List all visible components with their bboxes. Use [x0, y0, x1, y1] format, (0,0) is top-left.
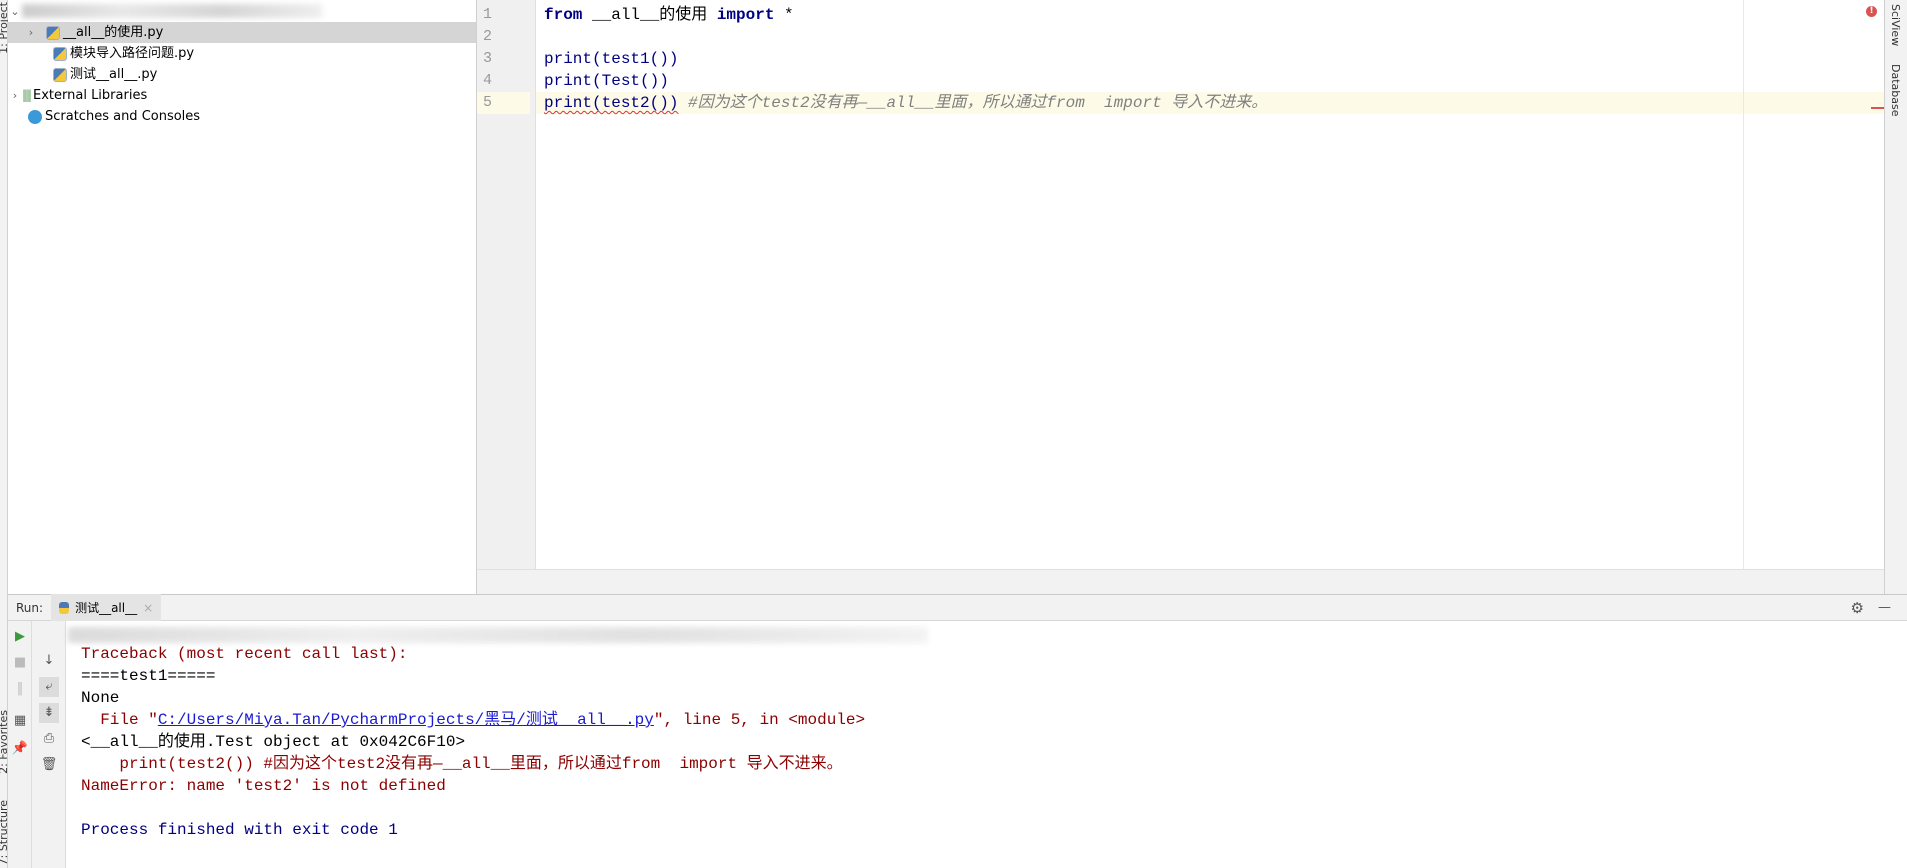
file-link[interactable]: C:/Users/Miya.Tan/PycharmProjects/黑马/测试_…	[158, 711, 654, 729]
stop-icon[interactable]: ■	[10, 653, 30, 673]
python-icon	[59, 601, 70, 614]
database-tool-tab[interactable]: Database	[1889, 64, 1902, 117]
chevron-down-icon[interactable]: ⌄	[8, 1, 22, 22]
code-comment: #因为这个test2没有再—__all__里面，所以通过from import …	[678, 94, 1268, 112]
tree-item-test-all[interactable]: 测试__all__.py	[8, 64, 476, 85]
error-indicator-icon[interactable]: !	[1866, 6, 1877, 17]
python-file-icon	[53, 67, 67, 82]
tree-item-label: External Libraries	[33, 88, 148, 103]
import-star: *	[774, 6, 794, 24]
error-stripe-mark[interactable]	[1871, 107, 1884, 109]
line-number: 1	[483, 6, 493, 23]
code-line-1: from __all__的使用 import *	[544, 4, 794, 26]
editor-bottom-bar	[477, 569, 1884, 594]
console-text: File "	[81, 711, 158, 729]
line-number: 4	[483, 72, 493, 89]
console-line: Traceback (most recent call last):	[81, 645, 408, 663]
layout-icon[interactable]: ▦	[10, 711, 30, 731]
tree-item-label: 模块导入路径问题.py	[70, 46, 195, 61]
keyword: from	[544, 6, 583, 24]
code-line-5: print(test2()) #因为这个test2没有再—__all__里面，所…	[544, 92, 1267, 114]
blurred-command-line	[68, 627, 928, 643]
keyword: import	[716, 6, 775, 24]
right-margin-guide	[1743, 0, 1744, 569]
console-toolbar: ↓ ⤶ ⇟ ⎙ 🗑	[32, 621, 66, 868]
chevron-right-icon[interactable]: ›	[24, 22, 38, 43]
right-tool-strip: SciView Database	[1884, 0, 1907, 594]
run-tool-header: Run: 测试__all__ × ⚙ —	[8, 594, 1907, 621]
tree-item-scratches[interactable]: Scratches and Consoles	[8, 106, 476, 127]
print-icon[interactable]: ⎙	[39, 729, 59, 749]
soft-wrap-icon[interactable]: ⤶	[39, 677, 59, 697]
run-toolbar: ▶ ■ ‖ ▦ 📌	[8, 621, 32, 868]
line-number: 3	[483, 50, 493, 67]
error-code: print(test2())	[544, 94, 679, 112]
code-editor[interactable]: from __all__的使用 import * print(test1()) …	[536, 0, 1884, 569]
run-console: ▶ ■ ‖ ▦ 📌 ↓ ⤶ ⇟ ⎙ 🗑 Traceback (most rece…	[8, 621, 1907, 868]
console-line: File "C:/Users/Miya.Tan/PycharmProjects/…	[81, 709, 865, 731]
project-root[interactable]: ⌄	[8, 2, 476, 20]
tree-item-all-usage[interactable]: › __all__的使用.py	[8, 22, 476, 43]
console-line: print(test2()) #因为这个test2没有再—__all__里面，所…	[81, 755, 843, 773]
tree-item-label: __all__的使用.py	[63, 25, 164, 40]
close-icon[interactable]: ×	[143, 601, 153, 615]
console-line: Process finished with exit code 1	[81, 821, 398, 839]
run-tab[interactable]: 测试__all__ ×	[51, 594, 162, 621]
minimize-icon[interactable]: —	[1878, 600, 1891, 615]
tree-item-label: 测试__all__.py	[70, 67, 158, 82]
blurred-project-name	[22, 4, 322, 18]
console-line: None	[81, 689, 120, 707]
python-file-icon	[53, 46, 67, 61]
left-tool-strip: 1: Project 2: Favorites 7: Structure	[0, 0, 10, 868]
scratches-icon	[28, 109, 42, 124]
pin-icon[interactable]: 📌	[10, 739, 30, 759]
run-label: Run:	[16, 600, 44, 615]
console-line: ====test1=====	[81, 667, 216, 685]
library-icon: ‖‖	[22, 88, 32, 102]
gear-icon[interactable]: ⚙	[1851, 599, 1864, 617]
line-number-gutter: 1 2 3 4 5	[477, 0, 536, 569]
project-panel: ⌄ › __all__的使用.py 模块导入路径问题.py 测试__all__.…	[8, 0, 477, 594]
tree-item-module-path[interactable]: 模块导入路径问题.py	[8, 43, 476, 64]
module-name: __all__的使用	[582, 6, 717, 24]
code-line-4: print(Test())	[544, 72, 669, 90]
trash-icon[interactable]: 🗑	[39, 755, 59, 775]
tree-item-external-libraries[interactable]: › ‖‖ External Libraries	[8, 85, 476, 106]
chevron-right-icon[interactable]: ›	[8, 85, 22, 106]
code-line-3: print(test1())	[544, 50, 679, 68]
console-text: ", line 5, in <module>	[653, 711, 866, 729]
rerun-icon[interactable]: ▶	[10, 627, 30, 647]
console-line: <__all__的使用.Test object at 0x042C6F10>	[81, 733, 466, 751]
scroll-down-icon[interactable]: ↓	[39, 651, 59, 671]
console-line: NameError: name 'test2' is not defined	[81, 777, 446, 795]
tree-item-label: Scratches and Consoles	[45, 109, 201, 124]
pause-icon[interactable]: ‖	[10, 679, 30, 699]
run-tab-label: 测试__all__	[75, 601, 138, 615]
line-number: 5	[477, 92, 530, 114]
line-number: 2	[483, 28, 493, 45]
scroll-to-end-icon[interactable]: ⇟	[39, 703, 59, 723]
sciview-tool-tab[interactable]: SciView	[1889, 4, 1902, 46]
python-file-icon	[46, 25, 60, 40]
